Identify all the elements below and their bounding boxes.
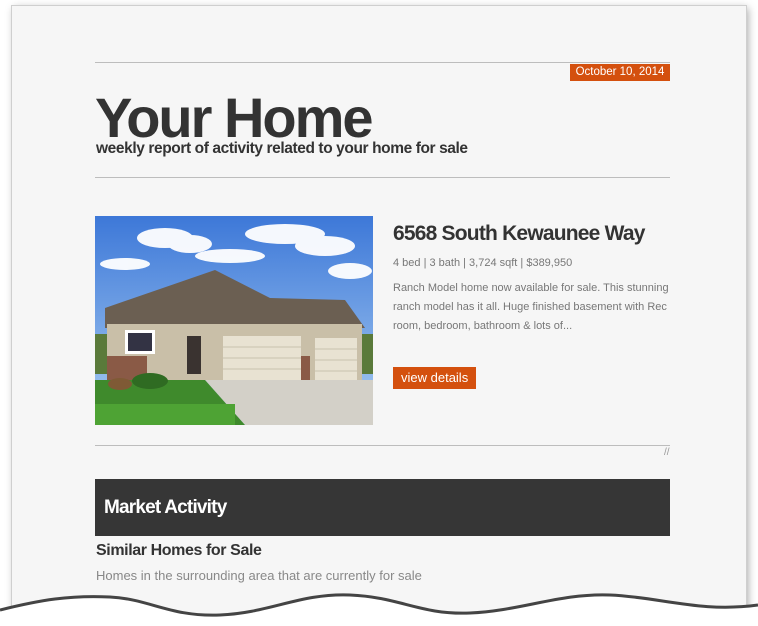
view-details-button[interactable]: view details <box>393 367 477 389</box>
torn-edge <box>0 593 758 626</box>
page-subtitle: weekly report of activity related to you… <box>96 140 468 157</box>
page-title: Your Home <box>95 86 374 149</box>
similar-homes-title: Similar Homes for Sale <box>96 542 262 559</box>
market-activity-banner: Market Activity <box>95 479 670 536</box>
property-address[interactable]: 6568 South Kewaunee Way <box>393 222 645 246</box>
house-photo[interactable] <box>95 216 373 425</box>
header-divider <box>95 177 670 178</box>
property-description: Ranch Model home now available for sale.… <box>393 282 669 332</box>
property-specs: 4 bed | 3 bath | 3,724 sqft | $389,950 <box>393 257 573 269</box>
section-divider <box>95 445 670 446</box>
top-divider <box>95 62 670 63</box>
market-activity-title: Market Activity <box>104 497 227 518</box>
divider-mark: // <box>664 447 670 458</box>
date-badge: October 10, 2014 <box>570 64 670 81</box>
